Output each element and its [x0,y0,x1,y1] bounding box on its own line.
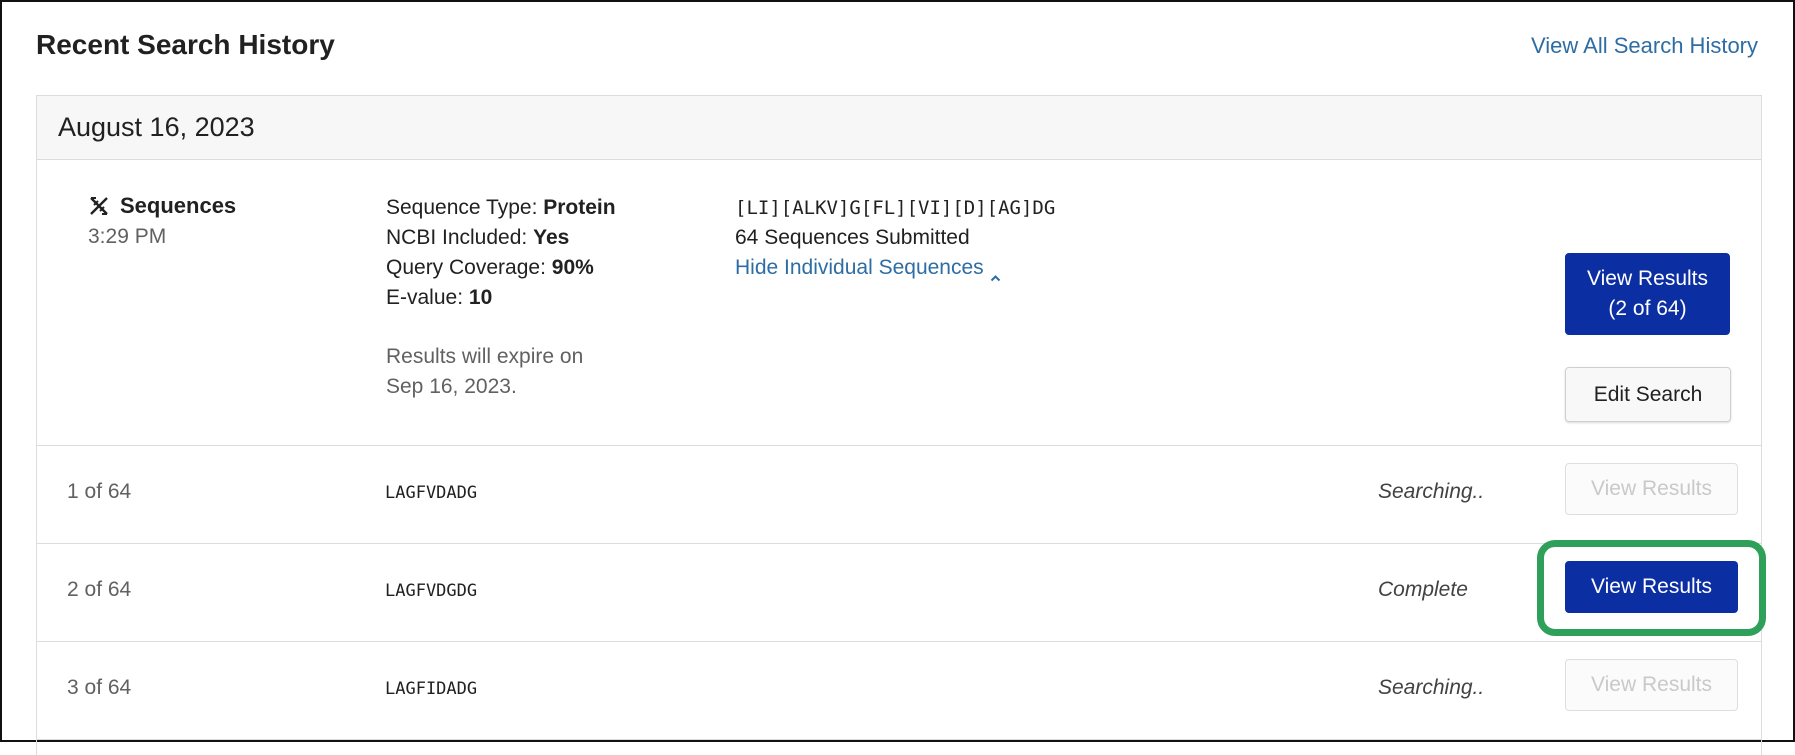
row-status: Searching.. [1378,676,1485,699]
hide-individual-sequences-link[interactable]: Hide Individual Sequences [735,253,1001,283]
sequences-submitted: 64 Sequences Submitted [735,226,970,249]
chevron-up-icon [990,263,1001,281]
view-results-button[interactable]: View Results [1565,561,1738,613]
query-info: [LI][ALKV]G[FL][VI][D][AG]DG 64 Sequence… [735,193,1055,283]
search-time: 3:29 PM [88,225,167,248]
search-history-card: August 16, 2023 Sequences 3:29 PM Sequen… [36,95,1762,755]
date-label: August 16, 2023 [58,112,255,142]
row-status: Complete [1378,578,1468,601]
row-sequence: LAGFIDADG [385,679,478,699]
search-parameters: Sequence Type: Protein NCBI Included: Ye… [386,193,616,313]
param-sequence-type: Sequence Type: Protein [386,196,616,219]
search-type-label: Sequences [120,193,237,218]
row-index: 2 of 64 [67,578,132,601]
search-summary: Sequences 3:29 PM Sequence Type: Protein… [37,160,1761,446]
row-sequence: LAGFVDADG [385,483,478,503]
page-title: Recent Search History [36,29,335,60]
row-index: 1 of 64 [67,480,132,503]
sequence-row: 2 of 64 LAGFVDGDG Complete View Results [37,544,1761,642]
view-results-button-disabled: View Results [1565,659,1738,711]
view-results-summary-button[interactable]: View Results (2 of 64) [1565,253,1730,335]
row-sequence: LAGFVDGDG [385,581,478,601]
edit-search-button[interactable]: Edit Search [1565,367,1731,422]
param-ncbi-included: NCBI Included: Yes [386,226,570,249]
view-all-search-history-link[interactable]: View All Search History [1531,33,1758,59]
row-index: 3 of 64 [67,676,132,699]
param-evalue: E-value: 10 [386,286,493,309]
dna-icon [87,194,111,218]
date-header: August 16, 2023 [37,96,1761,160]
query-pattern: [LI][ALKV]G[FL][VI][D][AG]DG [735,197,1056,219]
param-query-coverage: Query Coverage: 90% [386,256,594,279]
row-status: Searching.. [1378,480,1485,503]
sequence-row: 3 of 64 LAGFIDADG Searching.. View Resul… [37,642,1761,740]
sequence-row: 1 of 64 LAGFVDADG Searching.. View Resul… [37,446,1761,544]
expiration-notice: Results will expire on Sep 16, 2023. [386,345,584,398]
search-type-heading: Sequences [87,193,236,219]
view-results-button-disabled: View Results [1565,463,1738,515]
page-frame: Recent Search History View All Search Hi… [0,0,1795,755]
